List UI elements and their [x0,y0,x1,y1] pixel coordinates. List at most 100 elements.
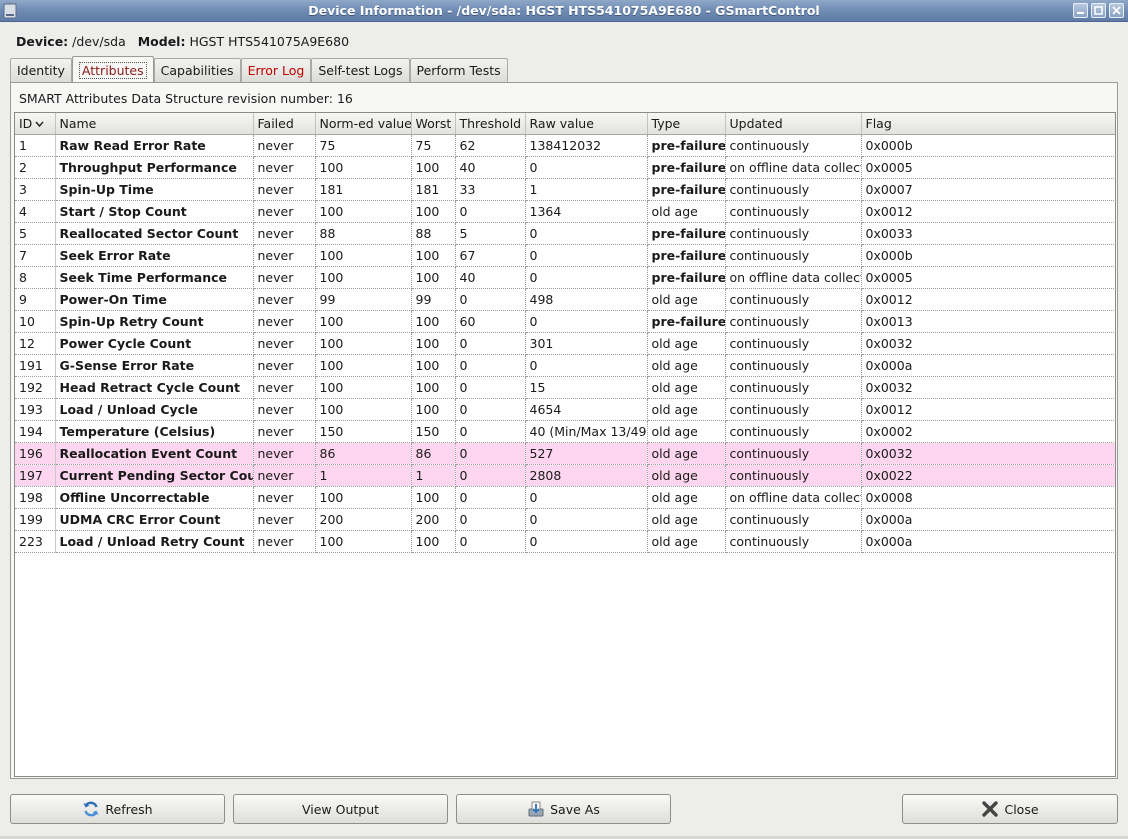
cell-threshold: 0 [455,200,526,223]
cell-id: 5 [15,222,56,245]
table-row[interactable]: 223 Load / Unload Retry Count never 100 100 0… [15,530,1115,553]
refresh-button[interactable]: Refresh [10,794,225,824]
cell-threshold: 0 [455,530,526,553]
drive-icon [3,3,17,19]
cell-normed-value: 100 [315,310,412,333]
minimize-button[interactable] [1073,3,1088,18]
tab-attributes[interactable]: Attributes [71,56,154,83]
cell-threshold: 40 [455,156,526,179]
close-button[interactable]: Close [902,794,1118,824]
table-row[interactable]: 8 Seek Time Performance never 100 100 40 0 pre-… [15,266,1115,289]
column-header-threshold[interactable]: Threshold [455,113,526,135]
table-row[interactable]: 192 Head Retract Cycle Count never 100 100 0 1… [15,376,1115,399]
tab-error-log[interactable]: Error Log [240,58,312,82]
maximize-button[interactable] [1091,3,1106,18]
table-row[interactable]: 191 G-Sense Error Rate never 100 100 0 0 old ag… [15,354,1115,377]
model-label: Model: [137,34,186,49]
cell-worst: 200 [411,508,456,531]
column-header-type[interactable]: Type [647,113,726,135]
cell-name: Seek Error Rate [55,244,254,267]
close-icon [1112,6,1121,15]
cell-raw-value: 1364 [525,200,648,223]
cell-worst: 99 [411,288,456,311]
table-row[interactable]: 2 Throughput Performance never 100 100 40 0 pre… [15,156,1115,179]
cell-id: 3 [15,178,56,201]
cell-worst: 75 [411,134,456,157]
tab-identity[interactable]: Identity [10,58,72,82]
table-row[interactable]: 199 UDMA CRC Error Count never 200 200 0 0 old … [15,508,1115,531]
table-row[interactable]: 197 Current Pending Sector Count never 1 1 0 2… [15,464,1115,487]
table-row[interactable]: 194 Temperature (Celsius) never 150 150 0 40 (… [15,420,1115,443]
cell-raw-value: 0 [525,530,648,553]
tab-perform-tests[interactable]: Perform Tests [409,58,508,82]
cell-worst: 181 [411,178,456,201]
cell-normed-value: 100 [315,244,412,267]
cell-updated: continuously [725,398,862,421]
table-row[interactable]: 7 Seek Error Rate never 100 100 67 0 pre-failur… [15,244,1115,267]
cell-failed: never [253,530,316,553]
tab-self-test-logs[interactable]: Self-test Logs [311,58,410,82]
cell-worst: 1 [411,464,456,487]
cell-normed-value: 86 [315,442,412,465]
window-title: Device Information - /dev/sda: HGST HTS5… [308,3,820,18]
cell-flag: 0x0013 [861,310,1115,333]
column-header-id[interactable]: ID [15,113,56,135]
cell-flag: 0x000a [861,508,1115,531]
table-row[interactable]: 196 Reallocation Event Count never 86 86 0 527… [15,442,1115,465]
cell-type: pre-failure [647,178,726,201]
cell-type: pre-failure [647,266,726,289]
cell-id: 191 [15,354,56,377]
cell-failed: never [253,178,316,201]
table-row[interactable]: 12 Power Cycle Count never 100 100 0 301 old ag… [15,332,1115,355]
cell-normed-value: 1 [315,464,412,487]
cell-worst: 86 [411,442,456,465]
button-bar: Refresh View Output Save As Close [0,794,1128,826]
view-output-button[interactable]: View Output [233,794,448,824]
table-row[interactable]: 3 Spin-Up Time never 181 181 33 1 pre-failure co… [15,178,1115,201]
cell-name: Load / Unload Cycle [55,398,254,421]
column-header-raw-value[interactable]: Raw value [525,113,648,135]
table-row[interactable]: 1 Raw Read Error Rate never 75 75 62 138412032… [15,134,1115,157]
column-header-failed[interactable]: Failed [253,113,316,135]
cell-worst: 100 [411,354,456,377]
table-row[interactable]: 4 Start / Stop Count never 100 100 0 1364 old a… [15,200,1115,223]
table-row[interactable]: 5 Reallocated Sector Count never 88 88 5 0 pre-… [15,222,1115,245]
column-header-normed-value[interactable]: Norm-ed value [315,113,412,135]
cell-id: 10 [15,310,56,333]
cell-id: 1 [15,134,56,157]
cell-worst: 88 [411,222,456,245]
column-header-flag[interactable]: Flag [861,113,1115,135]
cell-failed: never [253,200,316,223]
cell-threshold: 0 [455,398,526,421]
table-row[interactable]: 198 Offline Uncorrectable never 100 100 0 0 old… [15,486,1115,509]
cell-flag: 0x0032 [861,376,1115,399]
table-row[interactable]: 9 Power-On Time never 99 99 0 498 old age contin… [15,288,1115,311]
cell-type: pre-failure [647,310,726,333]
chevron-down-icon [35,121,44,128]
cell-name: Spin-Up Retry Count [55,310,254,333]
table-row[interactable]: 10 Spin-Up Retry Count never 100 100 60 0 pre-f… [15,310,1115,333]
window-close-button[interactable] [1109,3,1124,18]
cell-updated: continuously [725,442,862,465]
column-header-worst[interactable]: Worst [411,113,456,135]
cell-name: Reallocated Sector Count [55,222,254,245]
cell-threshold: 0 [455,354,526,377]
window-controls [1073,3,1124,18]
save-as-button[interactable]: Save As [456,794,671,824]
cell-id: 12 [15,332,56,355]
column-header-name[interactable]: Name [55,113,254,135]
cell-worst: 100 [411,376,456,399]
cell-failed: never [253,288,316,311]
cell-raw-value: 301 [525,332,648,355]
cell-updated: continuously [725,464,862,487]
cell-flag: 0x000b [861,244,1115,267]
cell-updated: continuously [725,200,862,223]
attributes-table-container[interactable]: ID Name Failed Norm-ed value Worst Thres… [14,112,1116,777]
table-row[interactable]: 193 Load / Unload Cycle never 100 100 0 4654 ol… [15,398,1115,421]
device-value: /dev/sda [72,34,126,49]
tab-capabilities[interactable]: Capabilities [153,58,241,82]
cell-updated: continuously [725,178,862,201]
cell-flag: 0x0007 [861,178,1115,201]
cell-normed-value: 75 [315,134,412,157]
column-header-updated[interactable]: Updated [725,113,862,135]
